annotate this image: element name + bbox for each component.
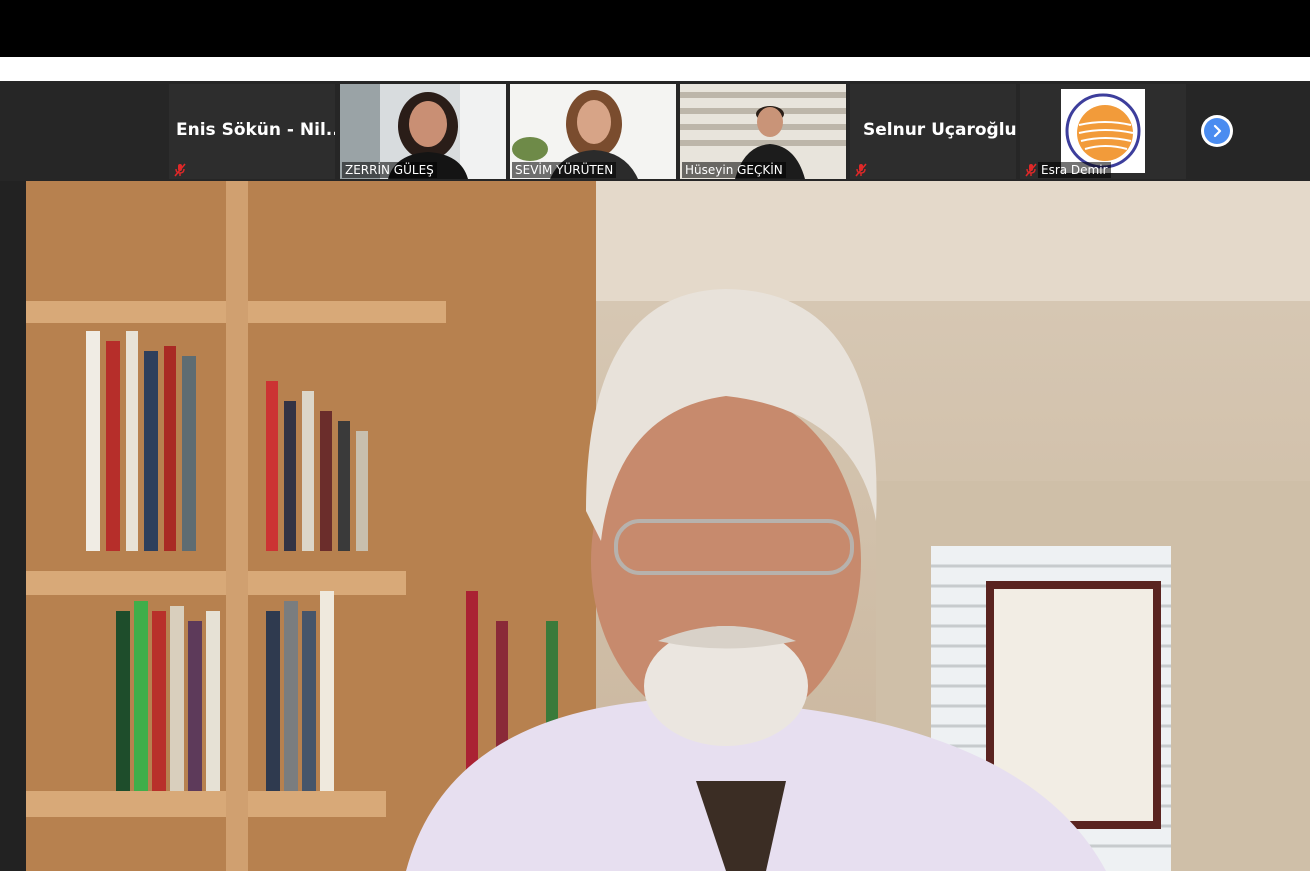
participant-tile[interactable]: Hüseyin GEÇKİN bbox=[680, 84, 846, 179]
mic-muted-icon bbox=[1025, 163, 1037, 177]
top-black-bar bbox=[0, 0, 1310, 57]
participant-tile[interactable]: SEVİM YÜRÜTEN bbox=[510, 84, 676, 179]
active-speaker-video bbox=[26, 181, 1310, 871]
left-gutter bbox=[0, 181, 26, 871]
participant-name: SEVİM YÜRÜTEN bbox=[512, 162, 617, 178]
participant-tile[interactable]: ZERRİN GÜLEŞ bbox=[340, 84, 506, 179]
participant-name: Esra Demir bbox=[1038, 162, 1111, 178]
next-page-button[interactable] bbox=[1201, 115, 1233, 147]
participant-name: Enis Sökün - Nil... bbox=[176, 120, 335, 140]
avatar bbox=[1061, 89, 1145, 173]
participant-name: Hüseyin GEÇKİN bbox=[682, 162, 786, 178]
participant-tile[interactable]: Selnur Uçaroğlu bbox=[850, 84, 1016, 179]
mic-muted-icon bbox=[855, 163, 867, 177]
participant-name: ZERRİN GÜLEŞ bbox=[342, 162, 437, 178]
chevron-right-icon bbox=[1204, 118, 1230, 144]
participant-tile[interactable]: Esra Demir bbox=[1020, 84, 1186, 179]
participant-tile[interactable]: Enis Sökün - Nil... bbox=[169, 84, 335, 179]
logo-icon bbox=[1065, 93, 1141, 169]
participant-name: Selnur Uçaroğlu bbox=[863, 120, 1016, 140]
speaker-video-frame bbox=[26, 181, 1310, 871]
mic-muted-icon bbox=[174, 163, 186, 177]
top-white-bar bbox=[0, 57, 1310, 81]
